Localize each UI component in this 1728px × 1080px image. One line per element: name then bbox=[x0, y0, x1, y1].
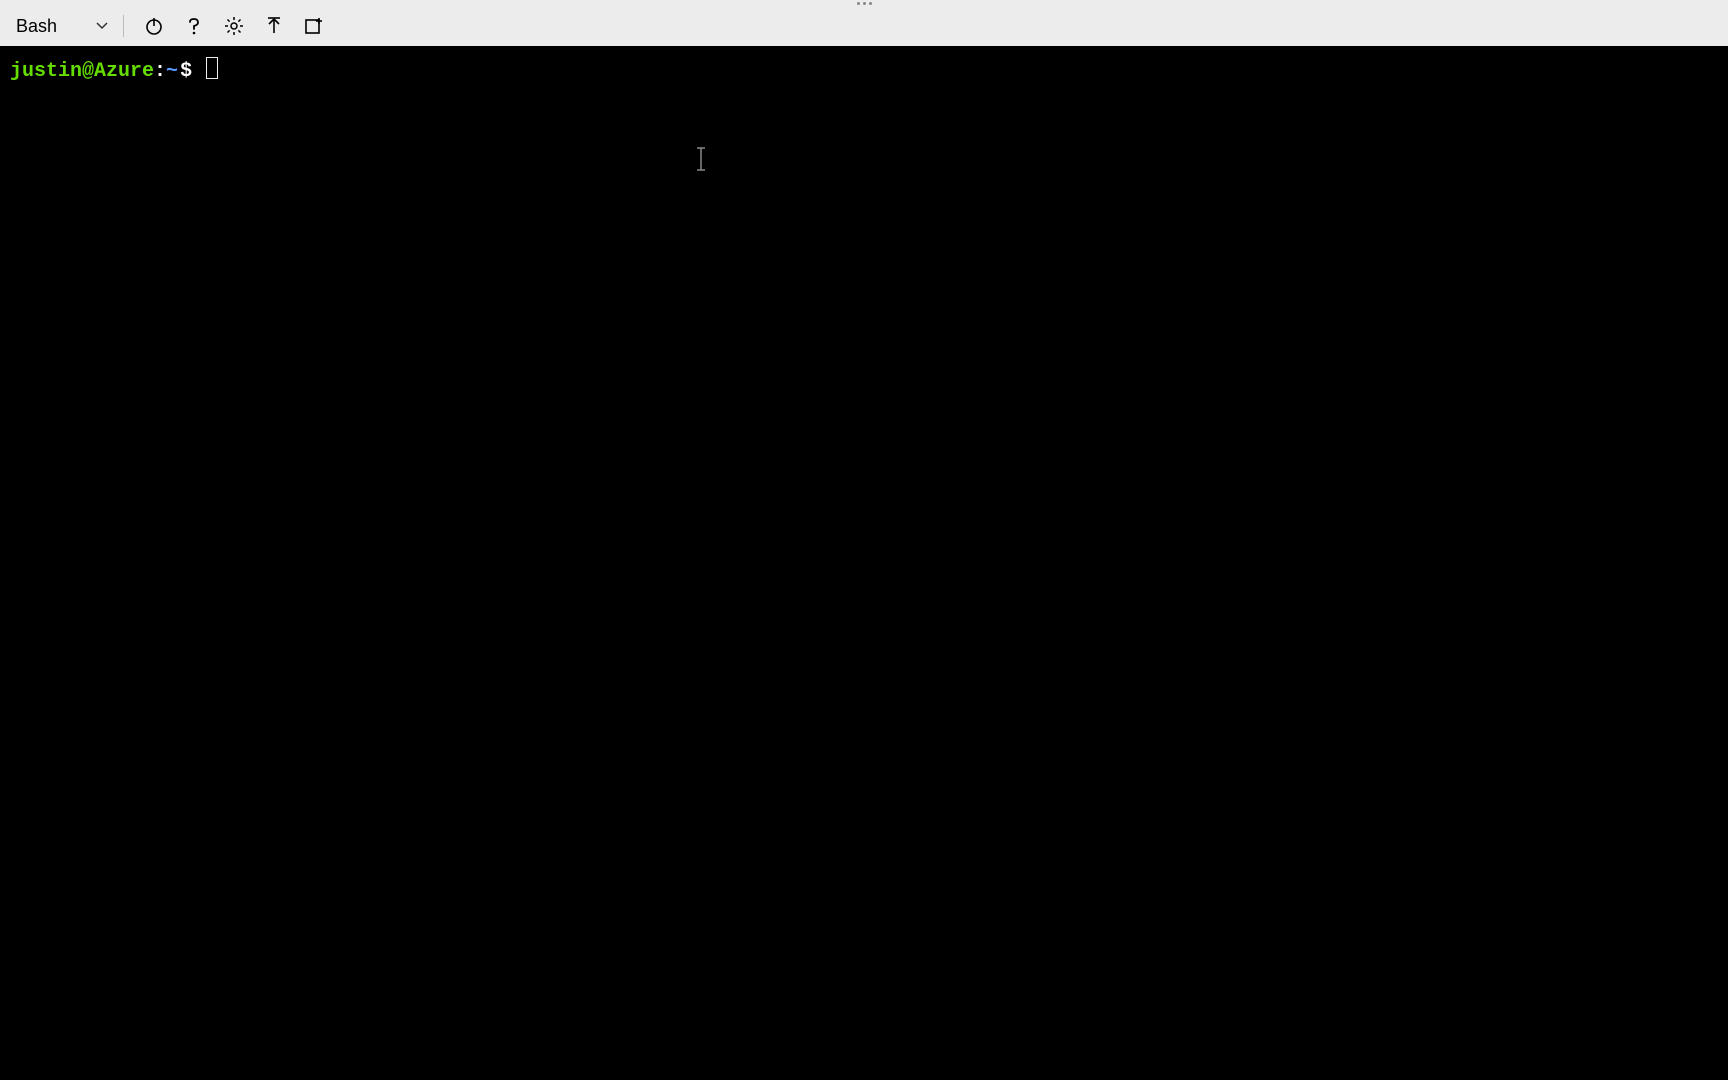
help-icon bbox=[184, 16, 204, 36]
shell-label: Bash bbox=[16, 16, 57, 37]
toolbar-divider bbox=[123, 15, 124, 37]
ibeam-cursor-icon bbox=[695, 146, 707, 172]
gear-icon bbox=[224, 16, 244, 36]
prompt-symbol: $ bbox=[180, 59, 192, 85]
terminal-area[interactable]: justin@Azure:~$ bbox=[0, 46, 1728, 1080]
upload-button[interactable] bbox=[258, 10, 290, 42]
prompt-line: justin@Azure:~$ bbox=[10, 54, 1718, 85]
terminal-cursor bbox=[206, 57, 218, 79]
prompt-colon: : bbox=[154, 59, 166, 85]
prompt-path: ~ bbox=[166, 59, 178, 85]
power-icon bbox=[144, 16, 164, 36]
new-session-icon bbox=[304, 16, 324, 36]
chevron-down-icon bbox=[95, 19, 109, 33]
drag-dots-icon bbox=[857, 2, 872, 5]
terminal-toolbar: Bash bbox=[0, 6, 1728, 46]
new-session-button[interactable] bbox=[298, 10, 330, 42]
help-button[interactable] bbox=[178, 10, 210, 42]
settings-button[interactable] bbox=[218, 10, 250, 42]
power-button[interactable] bbox=[138, 10, 170, 42]
prompt-user-host: justin@Azure bbox=[10, 59, 154, 85]
shell-selector-dropdown[interactable]: Bash bbox=[8, 12, 117, 41]
upload-icon bbox=[264, 16, 284, 36]
